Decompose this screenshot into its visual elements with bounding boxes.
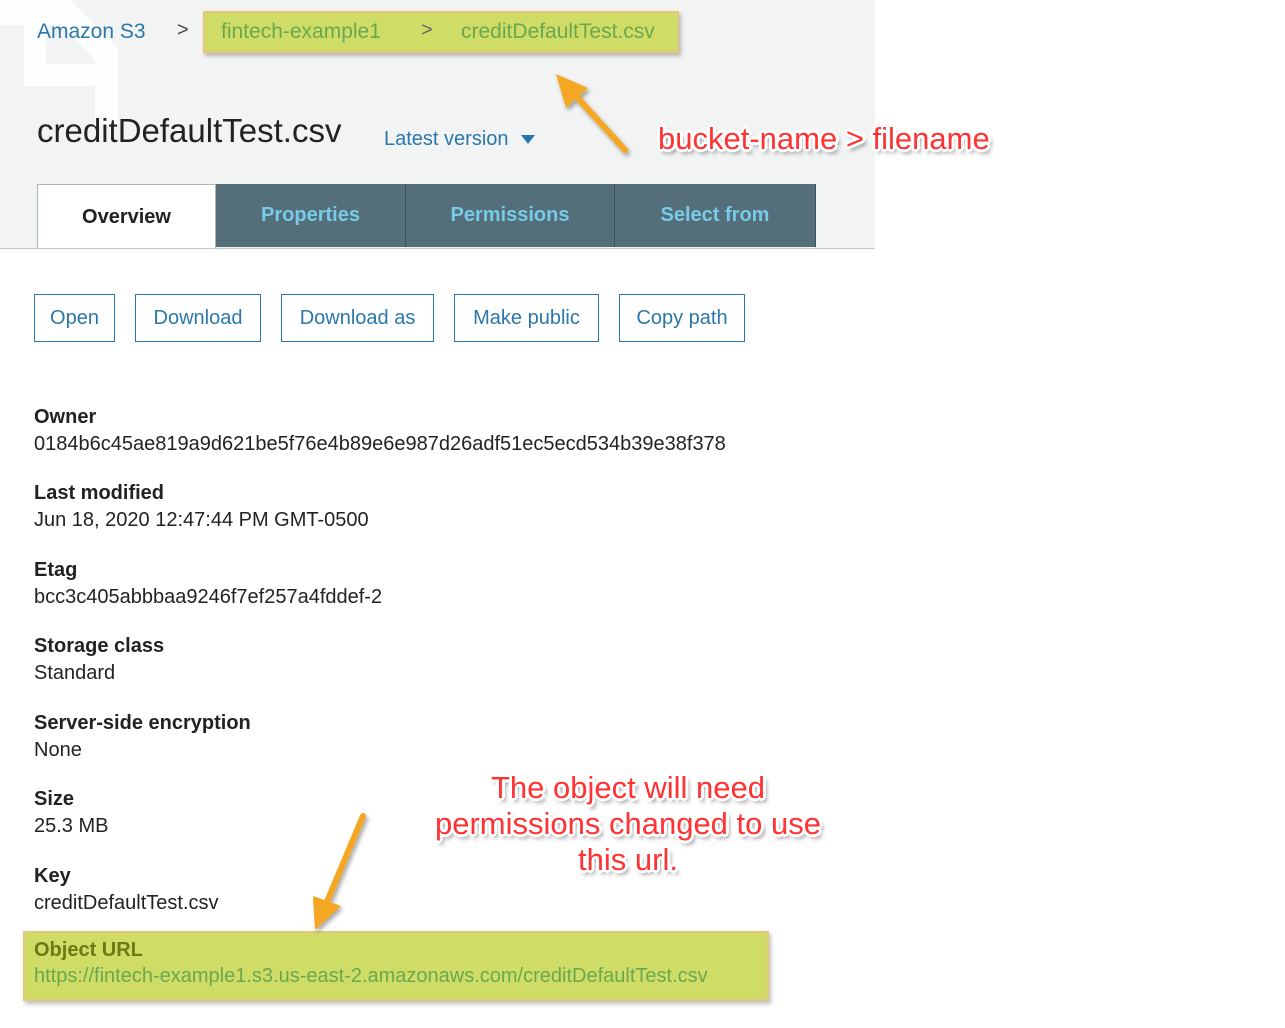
page-title: creditDefaultTest.csv [37,112,342,149]
detail-owner: Owner 0184b6c45ae819a9d621be5f76e4b89e6e… [34,404,726,458]
tab-permissions[interactable]: Permissions [406,184,615,247]
version-dropdown[interactable]: Latest version [384,128,535,151]
tab-select-from[interactable]: Select from [615,184,816,247]
version-dropdown-label: Latest version [384,128,509,150]
detail-value: 0184b6c45ae819a9d621be5f76e4b89e6e987d26… [34,433,726,455]
detail-size: Size 25.3 MB [34,786,108,840]
make-public-button[interactable]: Make public [454,294,599,342]
breadcrumb-separator: > [177,19,189,41]
annotation-permissions-note: The object will need permissions changed… [426,770,830,878]
detail-value: creditDefaultTest.csv [34,892,219,914]
annotation-line: permissions changed to use [434,806,821,841]
detail-last-modified: Last modified Jun 18, 2020 12:47:44 PM G… [34,480,369,534]
breadcrumb-bucket-link[interactable]: fintech-example1 [221,20,381,44]
breadcrumb-file: creditDefaultTest.csv [461,20,655,43]
annotation-bucket-filename: bucket-name > filename [658,121,990,156]
detail-label: Size [34,788,75,810]
open-button[interactable]: Open [34,294,115,342]
detail-label: Etag [34,559,78,581]
tab-properties[interactable]: Properties [216,184,406,247]
detail-encryption: Server-side encryption None [34,710,251,764]
detail-label: Key [34,865,71,887]
object-url-label: Object URL [34,939,143,961]
detail-storage-class: Storage class Standard [34,633,164,687]
detail-value: Jun 18, 2020 12:47:44 PM GMT-0500 [34,509,369,531]
detail-value: 25.3 MB [34,815,109,837]
detail-label: Storage class [34,635,165,657]
annotation-line: this url. [578,842,678,877]
detail-key: Key creditDefaultTest.csv [34,863,219,917]
arrow-to-object-url-icon [313,813,366,930]
download-as-button[interactable]: Download as [281,294,434,342]
tab-overview[interactable]: Overview [37,184,216,248]
detail-label: Server-side encryption [34,712,251,734]
watermark-icon [0,0,118,125]
detail-label: Owner [34,406,97,428]
caret-down-icon [520,135,535,144]
detail-value: None [34,739,82,761]
breadcrumb-root-link[interactable]: Amazon S3 [37,20,146,44]
object-url-link[interactable]: https://fintech-example1.s3.us-east-2.am… [34,965,708,988]
copy-path-button[interactable]: Copy path [619,294,745,342]
detail-etag: Etag bcc3c405abbbaa9246f7ef257a4fddef-2 [34,557,382,611]
detail-value: Standard [34,662,116,684]
tab-bar: Overview Properties Permissions Select f… [37,184,816,248]
breadcrumb-separator: > [421,19,433,41]
annotation-line: The object will need [491,770,765,805]
detail-label: Last modified [34,482,165,504]
download-button[interactable]: Download [135,294,261,342]
detail-value: bcc3c405abbbaa9246f7ef257a4fddef-2 [34,586,383,608]
